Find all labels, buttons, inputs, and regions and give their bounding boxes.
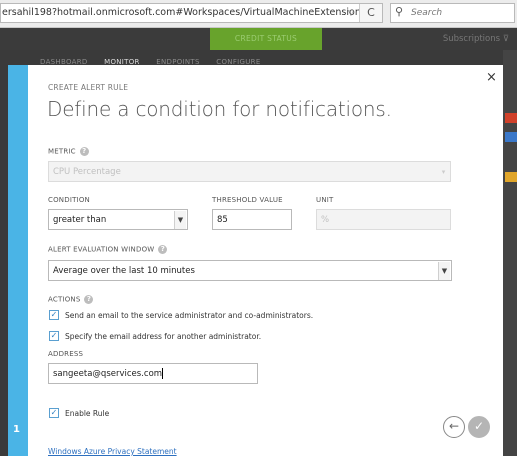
subscriptions-filter[interactable]: Subscriptions ⊽ <box>443 28 509 50</box>
unit-field: % <box>316 209 451 230</box>
enable-rule-checkbox[interactable]: ✓ <box>49 408 59 418</box>
browser-search-input[interactable]: ⚲ Search <box>390 3 515 23</box>
search-icon: ⚲ <box>395 5 404 18</box>
condition-select[interactable]: greater than ▼ <box>48 209 188 230</box>
wizard-step-number: 1 <box>13 424 20 435</box>
dialog-title: Define a condition for notifications. <box>47 97 392 121</box>
threshold-value: 85 <box>217 215 228 225</box>
unit-value: % <box>321 215 330 225</box>
reload-icon[interactable]: C <box>359 4 382 22</box>
metric-label-row: METRIC? <box>48 147 89 156</box>
help-icon[interactable]: ? <box>79 147 89 156</box>
threshold-input[interactable]: 85 <box>212 209 292 230</box>
evaluation-window-label: ALERT EVALUATION WINDOW <box>48 245 155 254</box>
condition-value: greater than <box>53 215 107 225</box>
wizard-step-stripe <box>8 65 28 456</box>
condition-label: CONDITION <box>48 196 90 204</box>
right-strip-tag <box>505 172 517 182</box>
chevron-down-icon: ▾ <box>441 168 446 176</box>
browser-toolbar: ersahil198?hotmail.onmicrosoft.com#Works… <box>0 0 517 28</box>
evaluation-window-select[interactable]: Average over the last 10 minutes ▼ <box>48 260 452 281</box>
evaluation-window-value: Average over the last 10 minutes <box>53 266 195 276</box>
portal-right-strip <box>503 50 517 456</box>
close-icon[interactable]: × <box>486 70 497 85</box>
url-text: ersahil198?hotmail.onmicrosoft.com#Works… <box>2 7 382 18</box>
search-placeholder: Search <box>411 8 443 18</box>
metric-select: CPU Percentage ▾ <box>48 161 451 182</box>
metric-label: METRIC <box>48 147 76 156</box>
email-admins-checkbox[interactable]: ✓ <box>49 310 59 320</box>
email-admins-label: Send an email to the service administrat… <box>65 311 314 320</box>
address-input[interactable]: sangeeta@qservices.com <box>48 363 258 384</box>
email-other-label: Specify the email address for another ad… <box>65 332 262 341</box>
chevron-down-icon[interactable]: ▽ <box>348 4 354 22</box>
address-label: ADDRESS <box>48 350 84 358</box>
help-icon[interactable]: ? <box>84 295 94 304</box>
enable-rule-label: Enable Rule <box>65 409 110 418</box>
evaluation-window-label-row: ALERT EVALUATION WINDOW? <box>48 245 168 254</box>
privacy-statement-link[interactable]: Windows Azure Privacy Statement <box>48 447 177 456</box>
filter-icon: ⊽ <box>502 34 509 44</box>
chevron-down-icon[interactable]: ▼ <box>438 262 450 280</box>
right-strip-tag <box>505 132 517 142</box>
chevron-down-icon[interactable]: ▼ <box>174 211 186 229</box>
back-button[interactable]: ← <box>443 416 465 438</box>
dialog-kicker: CREATE ALERT RULE <box>48 83 129 92</box>
credit-status-button[interactable]: CREDIT STATUS <box>210 28 322 50</box>
text-cursor <box>162 368 164 379</box>
email-other-checkbox[interactable]: ✓ <box>49 331 59 341</box>
right-strip-tag <box>505 113 517 123</box>
actions-label: ACTIONS <box>48 295 81 304</box>
address-value: sangeeta@qservices.com <box>53 369 163 379</box>
metric-value: CPU Percentage <box>53 167 121 177</box>
address-bar[interactable]: ersahil198?hotmail.onmicrosoft.com#Works… <box>0 3 383 23</box>
subscriptions-label: Subscriptions <box>442 34 501 44</box>
complete-button[interactable]: ✓ <box>468 416 490 438</box>
actions-label-row: ACTIONS? <box>48 295 94 304</box>
unit-label: UNIT <box>316 196 334 204</box>
threshold-label: THRESHOLD VALUE <box>212 196 283 204</box>
help-icon[interactable]: ? <box>158 245 168 254</box>
